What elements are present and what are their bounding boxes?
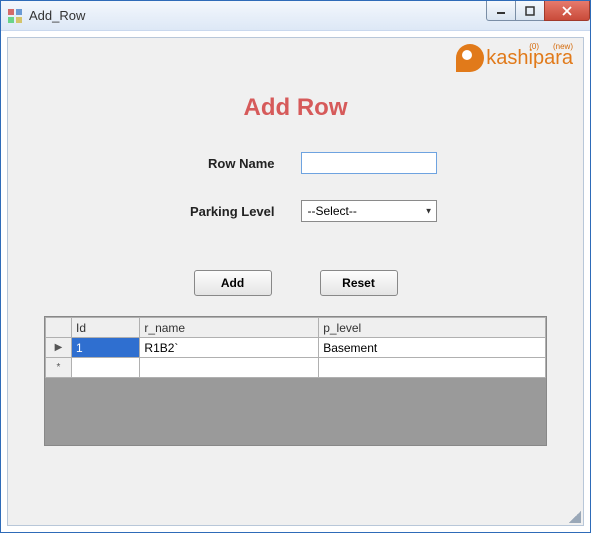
new-cell[interactable] (319, 358, 546, 378)
button-row: Add Reset (8, 270, 583, 296)
new-cell[interactable] (72, 358, 140, 378)
grid-new-row[interactable]: * (46, 358, 546, 378)
cell-id[interactable]: 1 (72, 338, 140, 358)
grid-col-rname[interactable]: r_name (140, 318, 319, 338)
grid-col-id[interactable]: Id (72, 318, 140, 338)
window-controls (487, 1, 590, 21)
row-name-input[interactable] (301, 152, 437, 174)
grid-header-row: Id r_name p_level (46, 318, 546, 338)
grid-corner (46, 318, 72, 338)
resize-grip-icon[interactable] (569, 511, 581, 523)
row-name-label: Row Name (155, 156, 275, 171)
grid-col-plevel[interactable]: p_level (319, 318, 546, 338)
logo: kashipara (456, 44, 573, 72)
page-title: Add Row (8, 94, 583, 122)
client-area: (0) (new) kashipara Add Row Row Name Par… (7, 37, 584, 526)
cell-plevel[interactable]: Basement (319, 338, 546, 358)
parking-level-value: --Select-- (308, 204, 357, 218)
cell-rname[interactable]: R1B2` (140, 338, 319, 358)
grid-data-row[interactable]: ▶ 1 R1B2` Basement (46, 338, 546, 358)
new-row-icon: * (46, 358, 72, 378)
new-cell[interactable] (140, 358, 319, 378)
chevron-down-icon: ▼ (425, 207, 433, 216)
minimize-button[interactable] (486, 1, 516, 21)
maximize-button[interactable] (515, 1, 545, 21)
add-button[interactable]: Add (194, 270, 272, 296)
app-icon (7, 8, 23, 24)
parking-level-row: Parking Level --Select-- ▼ (8, 200, 583, 222)
row-indicator-icon: ▶ (46, 338, 72, 358)
parking-level-select[interactable]: --Select-- ▼ (301, 200, 437, 222)
logo-icon (456, 44, 484, 72)
reset-button-label: Reset (342, 276, 375, 290)
window-frame: Add_Row (0) (new) kashipara Add Row Row … (0, 0, 591, 533)
reset-button[interactable]: Reset (320, 270, 398, 296)
window-title: Add_Row (29, 8, 85, 23)
logo-text: kashipara (486, 47, 573, 70)
titlebar: Add_Row (1, 1, 590, 31)
parking-level-label: Parking Level (155, 204, 275, 219)
data-grid[interactable]: Id r_name p_level ▶ 1 R1B2` Basement * (44, 316, 547, 446)
close-button[interactable] (544, 1, 590, 21)
row-name-row: Row Name (8, 152, 583, 174)
add-button-label: Add (221, 276, 244, 290)
